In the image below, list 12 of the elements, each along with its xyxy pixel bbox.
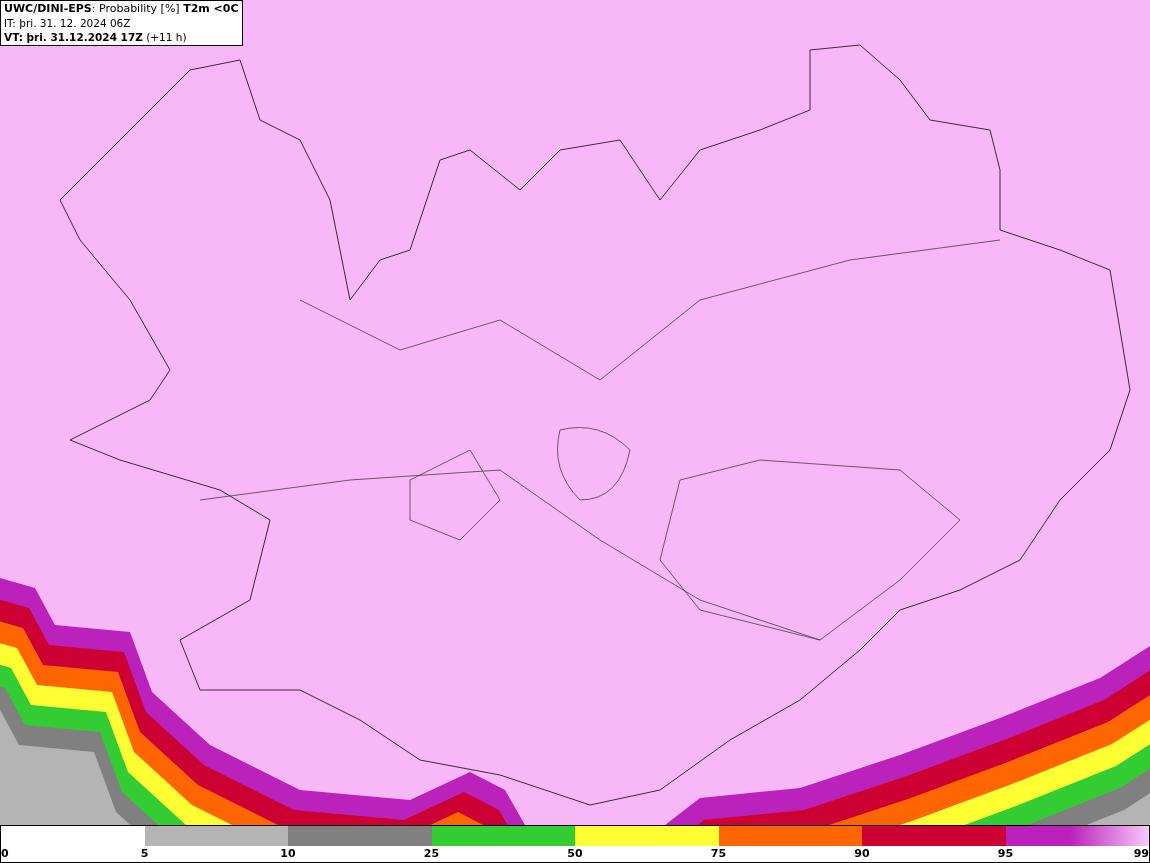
scale-label: 5 bbox=[140, 847, 149, 860]
scale-label: 50 bbox=[567, 847, 583, 860]
scale-label: 95 bbox=[997, 847, 1014, 860]
title-line: IT: þri. 31. 12. 2024 06Z bbox=[4, 16, 132, 30]
scale-label: 10 bbox=[280, 847, 296, 860]
scale-label: 25 bbox=[423, 847, 440, 860]
scale-label: 90 bbox=[854, 847, 870, 860]
title-line: VT: þri. 31.12.2024 17Z (+11 h) bbox=[4, 30, 188, 44]
scale-label: 75 bbox=[710, 847, 727, 860]
scale-label: 0 bbox=[1, 847, 9, 860]
scale-label: 99 bbox=[1133, 847, 1149, 860]
title-line: UWC/DINI-EPS: Probability [%] T2m <0C bbox=[4, 2, 239, 16]
